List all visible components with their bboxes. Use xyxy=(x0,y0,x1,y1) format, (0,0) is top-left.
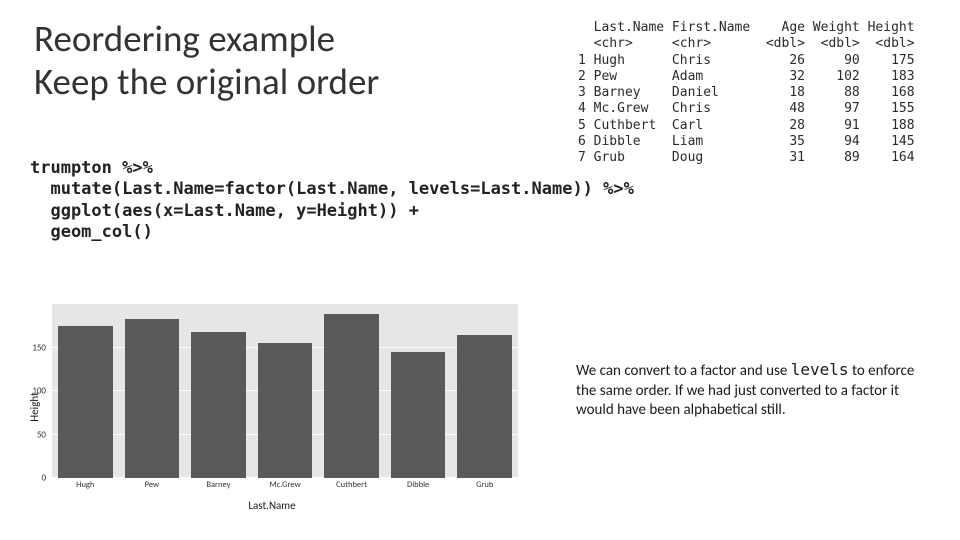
page-title: Reordering example Keep the original ord… xyxy=(34,18,379,103)
x-tick-label: Grub xyxy=(476,480,493,490)
y-axis-ticks: 050100150 xyxy=(22,304,48,478)
x-tick-label: Hugh xyxy=(76,480,94,490)
y-tick-label: 100 xyxy=(32,386,46,397)
plot-panel xyxy=(52,304,518,478)
x-tick-label: Pew xyxy=(145,480,160,490)
code-block: trumpton %>% mutate(Last.Name=factor(Las… xyxy=(30,158,634,243)
bar xyxy=(258,343,313,478)
bar-chart: Height 050100150 HughPewBarneyMc.GrewCut… xyxy=(22,300,522,514)
bar xyxy=(125,319,180,478)
bar xyxy=(191,332,246,478)
bar xyxy=(391,352,446,478)
explanatory-text: We can convert to a factor and use level… xyxy=(576,360,926,421)
x-tick-label: Dibble xyxy=(407,480,429,490)
tibble-printout: Last.Name First.Name Age Weight Height <… xyxy=(578,20,915,166)
x-axis-label: Last.Name xyxy=(22,499,522,512)
x-tick-label: Mc.Grew xyxy=(269,480,300,490)
bar xyxy=(457,335,512,478)
explain-keyword: levels xyxy=(791,360,849,379)
explain-part-1: We can convert to a factor and use xyxy=(576,362,791,380)
title-line-2: Keep the original order xyxy=(34,59,379,104)
bar xyxy=(324,314,379,478)
y-tick-label: 150 xyxy=(32,342,46,353)
title-line-1: Reordering example xyxy=(34,16,335,61)
x-axis-ticks: Hugh Pew Barney Mc.Grew Cuthbert Dibble Grub xyxy=(52,480,518,494)
x-tick-label: Cuthbert xyxy=(336,480,367,490)
y-tick-label: 50 xyxy=(37,429,46,440)
y-tick-label: 0 xyxy=(41,473,46,484)
bar xyxy=(58,326,113,478)
x-tick-label: Barney xyxy=(206,480,230,490)
